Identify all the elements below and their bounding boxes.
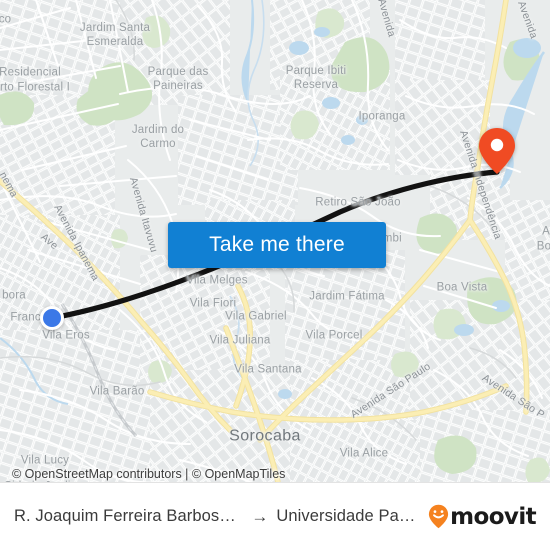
destination-pin[interactable] bbox=[478, 127, 516, 175]
moovit-logo[interactable]: moovit bbox=[428, 503, 537, 530]
moovit-pin-icon bbox=[429, 504, 449, 529]
destination-name-label: Universidade Pauli... bbox=[276, 507, 425, 525]
moovit-wordmark: moovit bbox=[450, 503, 536, 530]
arrow-right-icon: → bbox=[251, 507, 269, 526]
route-summary: R. Joaquim Ferreira Barbosa, ... → Unive… bbox=[14, 507, 424, 526]
origin-dot[interactable] bbox=[40, 306, 64, 330]
origin-address-label: R. Joaquim Ferreira Barbosa, ... bbox=[14, 507, 244, 525]
map-attribution[interactable]: © OpenStreetMap contributors | © OpenMap… bbox=[12, 467, 285, 481]
map-canvas[interactable]: .blk { fill:#e9ecec; } .grn { fill:#cfe3… bbox=[0, 0, 550, 482]
take-me-there-button[interactable]: Take me there bbox=[168, 222, 386, 268]
trip-footer: R. Joaquim Ferreira Barbosa, ... → Unive… bbox=[0, 482, 550, 550]
moovit-trip-preview: .blk { fill:#e9ecec; } .grn { fill:#cfe3… bbox=[0, 0, 550, 550]
